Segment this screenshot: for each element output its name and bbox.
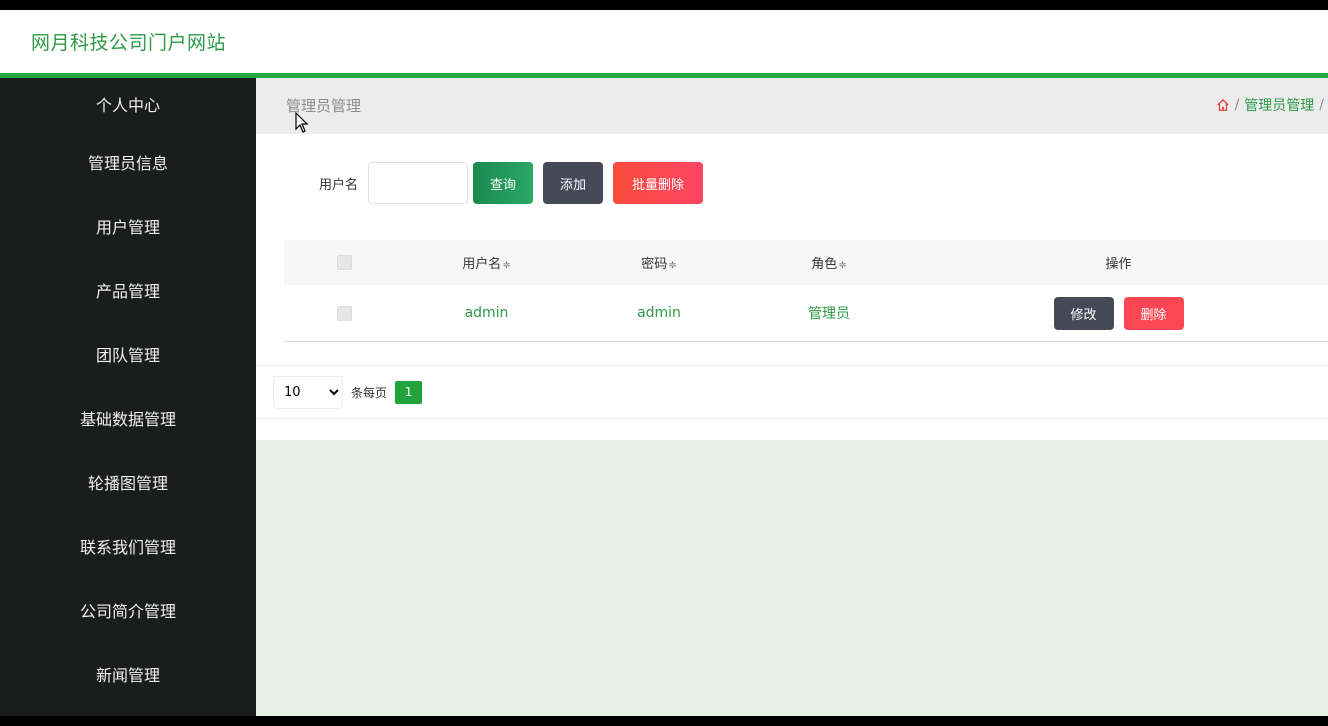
admin-table: 用户名≑ 密码≑ 角色≑ 操作 admin admin 管理员 修改 删除 — [284, 240, 1328, 342]
per-page-label: 条每页 — [351, 385, 388, 400]
sidebar-item-label: 基础数据管理 — [79, 410, 176, 429]
site-title: 网月科技公司门户网站 — [31, 32, 227, 54]
row-checkbox[interactable] — [336, 305, 352, 321]
sidebar-item-label: 管理员信息 — [87, 154, 168, 173]
breadcrumb: / 管理员管理 / — [1216, 95, 1324, 115]
add-button[interactable]: 添加 — [543, 162, 604, 204]
sidebar-item-label: 新闻管理 — [95, 666, 160, 685]
top-header: 网月科技公司门户网站 — [0, 10, 1328, 73]
edit-button[interactable]: 修改 — [1053, 296, 1114, 330]
search-label: 用户名 — [319, 177, 359, 193]
sidebar-item-base-data[interactable]: 基础数据管理 — [0, 386, 256, 450]
sidebar-item-label: 产品管理 — [95, 282, 160, 301]
batch-delete-button[interactable]: 批量删除 — [613, 162, 704, 204]
page-number-button[interactable]: 1 — [395, 380, 423, 404]
mouse-pointer-icon — [295, 112, 309, 133]
screen: 网月科技公司门户网站 个人中心 管理员信息 用户管理 产品管理 团队管理 基础数… — [0, 0, 1328, 726]
table-header: 用户名≑ 密码≑ 角色≑ 操作 — [284, 240, 1328, 285]
breadcrumb-current[interactable]: 管理员管理 — [1244, 95, 1314, 115]
cell-role: 管理员 — [808, 306, 850, 322]
delete-button[interactable]: 删除 — [1123, 296, 1184, 330]
page-size-select[interactable]: 10 — [273, 375, 343, 409]
sidebar-item-company-intro[interactable]: 公司简介管理 — [0, 578, 256, 642]
sidebar-item-contact[interactable]: 联系我们管理 — [0, 514, 256, 578]
content-background — [256, 440, 1328, 716]
sidebar-item-label: 联系我们管理 — [79, 538, 176, 557]
sidebar-item-carousel[interactable]: 轮播图管理 — [0, 450, 256, 514]
home-icon[interactable] — [1216, 98, 1230, 112]
sort-icon: ≑ — [668, 260, 677, 271]
sidebar-item-label: 团队管理 — [95, 346, 160, 365]
breadcrumb-bar: 管理员管理 / 管理员管理 / — [256, 78, 1328, 134]
breadcrumb-separator: / — [1234, 97, 1240, 113]
row-actions: 修改 删除 — [909, 296, 1328, 330]
select-all-checkbox[interactable] — [336, 255, 352, 270]
cell-username: admin — [464, 305, 509, 321]
sidebar-item-personal-center[interactable]: 个人中心 — [0, 78, 256, 130]
column-header-operation: 操作 — [1105, 257, 1132, 272]
column-header-password[interactable]: 密码≑ — [569, 253, 749, 272]
breadcrumb-separator: / — [1319, 97, 1324, 113]
table-row: admin admin 管理员 修改 删除 — [284, 285, 1328, 342]
column-header-username[interactable]: 用户名≑ — [404, 253, 569, 272]
sidebar-item-news[interactable]: 新闻管理 — [0, 642, 256, 706]
sidebar-item-label: 公司简介管理 — [79, 602, 176, 621]
main-content: 管理员管理 / 管理员管理 / 用户名 查询 添加 批量删除 用户名≑ 密码≑ … — [256, 78, 1328, 716]
sidebar-item-label: 个人中心 — [95, 96, 160, 115]
sort-icon: ≑ — [838, 260, 847, 271]
pagination: 10 条每页 1 — [256, 365, 1328, 419]
search-bar: 用户名 查询 添加 批量删除 — [319, 162, 713, 204]
sidebar-item-team[interactable]: 团队管理 — [0, 322, 256, 386]
sidebar-item-label: 用户管理 — [95, 218, 160, 237]
sidebar-item-products[interactable]: 产品管理 — [0, 258, 256, 322]
bottom-border — [0, 716, 1328, 726]
sidebar-item-label: 轮播图管理 — [87, 474, 168, 493]
sort-icon: ≑ — [502, 260, 511, 271]
column-header-role[interactable]: 角色≑ — [749, 253, 909, 272]
username-search-input[interactable] — [368, 162, 469, 204]
query-button[interactable]: 查询 — [473, 162, 534, 204]
cell-password: admin — [637, 305, 681, 321]
sidebar-item-users[interactable]: 用户管理 — [0, 194, 256, 258]
sidebar: 个人中心 管理员信息 用户管理 产品管理 团队管理 基础数据管理 轮播图管理 联… — [0, 78, 256, 716]
sidebar-item-admin-info[interactable]: 管理员信息 — [0, 130, 256, 194]
